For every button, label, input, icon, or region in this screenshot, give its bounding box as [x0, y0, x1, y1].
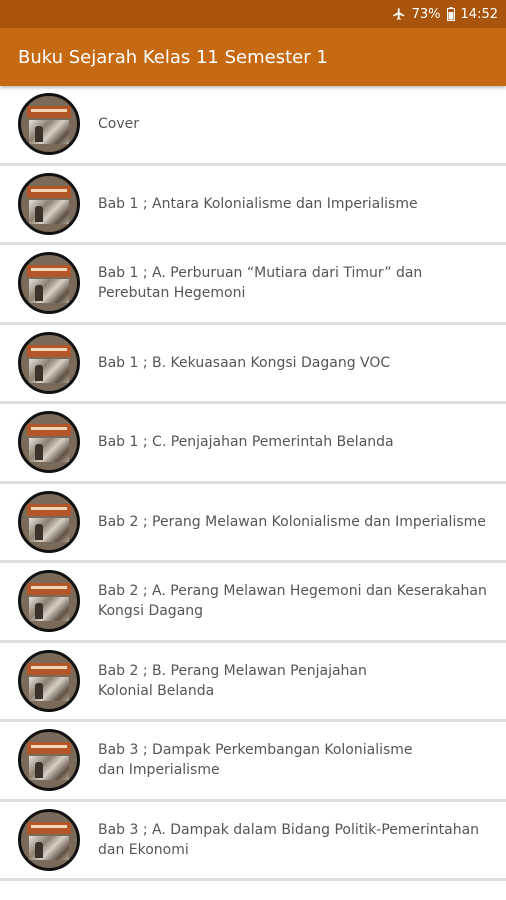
app-bar: Buku Sejarah Kelas 11 Semester 1	[0, 28, 506, 86]
book-cover-thumbnail	[18, 93, 80, 156]
status-bar: 73% 14:52	[0, 0, 506, 28]
book-cover-thumbnail	[18, 252, 80, 315]
book-cover-thumbnail	[18, 411, 80, 474]
list-item[interactable]: Cover	[0, 86, 506, 166]
list-item-label: Bab 2 ; A. Perang Melawan Hegemoni dan K…	[98, 583, 487, 620]
list-item[interactable]: Bab 3 ; Dampak Perkembangan Kolonialisme…	[0, 722, 506, 802]
list-item-label: Cover	[98, 116, 139, 133]
book-cover-thumbnail	[18, 331, 80, 394]
list-item-label: Bab 2 ; Perang Melawan Kolonialisme dan …	[98, 513, 486, 530]
list-item-label: Bab 1 ; C. Penjajahan Pemerintah Belanda	[98, 434, 394, 451]
battery-percent: 73%	[411, 6, 441, 22]
list-item[interactable]: Bab 2 ; B. Perang Melawan Penjajahan Kol…	[0, 643, 506, 722]
chapter-list: Cover Bab 1 ; Antara Kolonialisme dan Im…	[0, 86, 506, 900]
list-item[interactable]: Bab 1 ; Antara Kolonialisme dan Imperial…	[0, 166, 506, 245]
book-cover-thumbnail	[18, 729, 80, 792]
list-item[interactable]: Bab 2 ; A. Perang Melawan Hegemoni dan K…	[0, 563, 506, 643]
list-item-label: Bab 3 ; Dampak Perkembangan Kolonialisme…	[98, 742, 413, 779]
list-item[interactable]: Bab 3 ; A. Dampak dalam Bidang Politik-P…	[0, 802, 506, 881]
list-item-label: Bab 1 ; B. Kekuasaan Kongsi Dagang VOC	[98, 354, 391, 371]
list-item[interactable]: Bab 2 ; Perang Melawan Kolonialisme dan …	[0, 484, 506, 563]
battery-icon	[446, 7, 455, 21]
book-cover-thumbnail	[18, 570, 80, 633]
book-cover-thumbnail	[18, 808, 80, 871]
page-title: Buku Sejarah Kelas 11 Semester 1	[18, 46, 328, 68]
list-item-label: Bab 3 ; A. Dampak dalam Bidang Politik-P…	[98, 821, 480, 858]
list-item-label: Bab 2 ; B. Perang Melawan Penjajahan Kol…	[98, 662, 367, 699]
list-item[interactable]: Bab 1 ; C. Penjajahan Pemerintah Belanda	[0, 404, 506, 484]
list-item-label: Bab 1 ; Antara Kolonialisme dan Imperial…	[98, 195, 418, 212]
book-cover-thumbnail	[18, 490, 80, 553]
list-item[interactable]: Bab 1 ; A. Perburuan “Mutiara dari Timur…	[0, 245, 506, 325]
list-item[interactable]: Bab 1 ; B. Kekuasaan Kongsi Dagang VOC	[0, 325, 506, 404]
clock: 14:52	[460, 6, 498, 22]
airplane-icon	[392, 7, 406, 21]
book-cover-thumbnail	[18, 649, 80, 712]
list-item-label: Bab 1 ; A. Perburuan “Mutiara dari Timur…	[98, 265, 423, 302]
book-cover-thumbnail	[18, 172, 80, 235]
